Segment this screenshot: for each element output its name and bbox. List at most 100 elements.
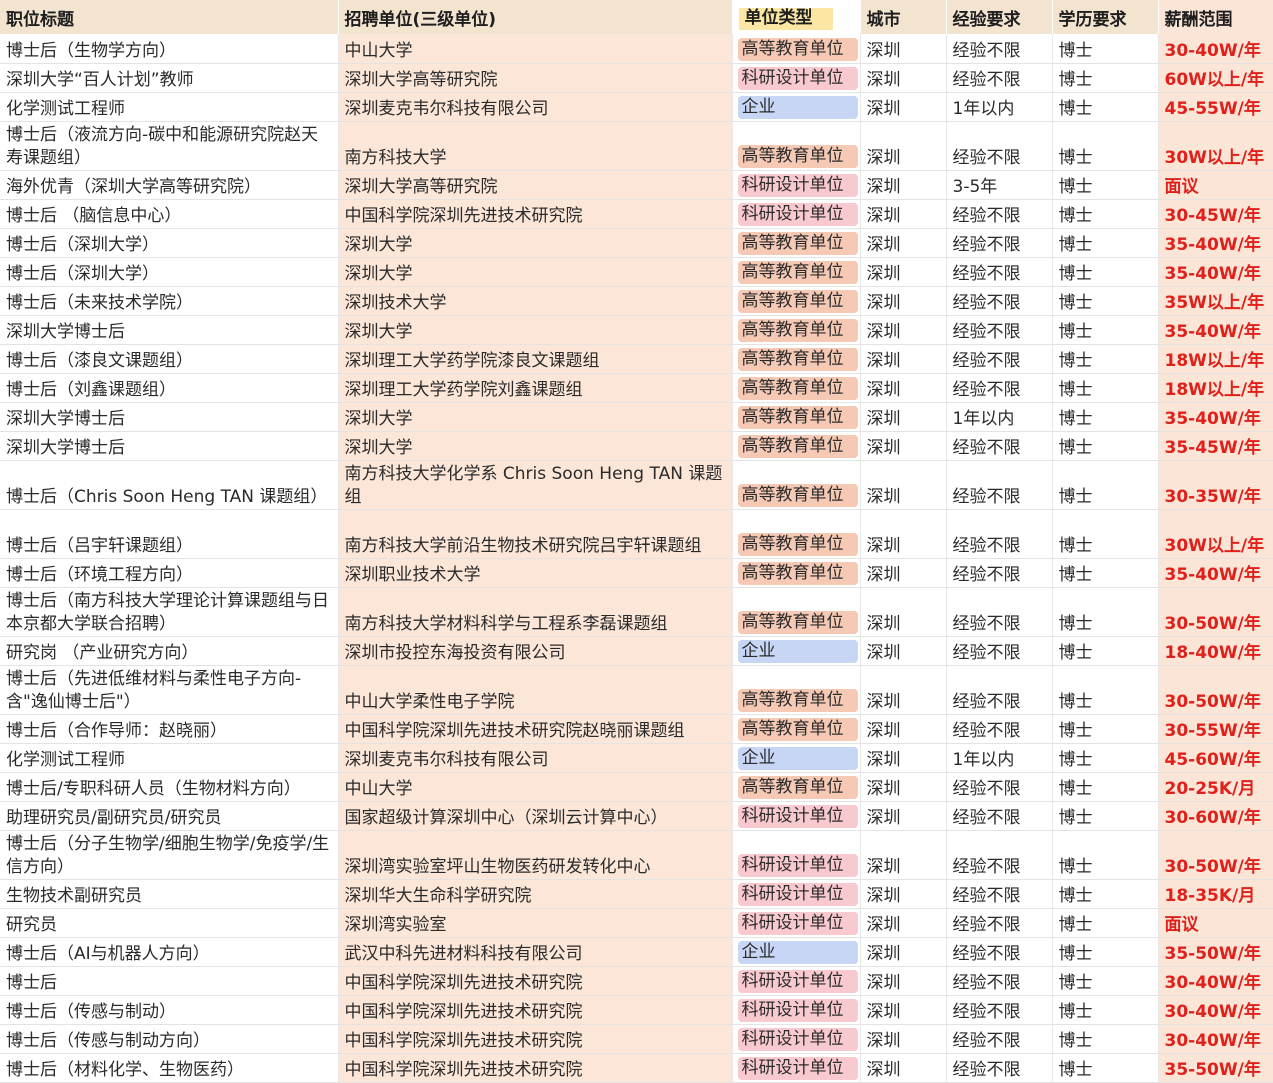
cell-unit: 深圳麦克韦尔科技有限公司 (338, 92, 733, 122)
cell-type: 企业 (732, 937, 861, 967)
table-row[interactable]: 深圳大学博士后 深圳大学 高等教育单位 深圳 1年以内 博士 35-40W/年 (0, 402, 1273, 432)
cell-unit: 中国科学院深圳先进技术研究院赵晓丽课题组 (338, 714, 733, 744)
cell-city: 深圳 (860, 431, 947, 461)
cell-city: 深圳 (860, 344, 947, 374)
cell-education: 博士 (1052, 402, 1159, 432)
table-row[interactable]: 化学测试工程师 深圳麦克韦尔科技有限公司 企业 深圳 1年以内 博士 45-60W/年 (0, 743, 1273, 773)
cell-education: 博士 (1052, 908, 1159, 938)
cell-title: 博士后（AI与机器人方向） (0, 937, 339, 967)
type-badge: 高等教育单位 (737, 318, 858, 342)
cell-salary: 30-40W/年 (1158, 966, 1273, 996)
table-row[interactable]: 博士后（传感与制动） 中国科学院深圳先进技术研究院 科研设计单位 深圳 经验不限 博士 30… (0, 995, 1273, 1025)
table-row[interactable]: 研究员 深圳湾实验室 科研设计单位 深圳 经验不限 博士 面议 (0, 908, 1273, 938)
table-row[interactable]: 博士后（Chris Soon Heng TAN 课题组） 南方科技大学化学系 Ch… (0, 460, 1273, 510)
cell-type: 高等教育单位 (732, 460, 861, 510)
cell-title: 深圳大学博士后 (0, 431, 339, 461)
cell-type: 科研设计单位 (732, 1053, 861, 1083)
cell-unit: 中山大学柔性电子学院 (338, 665, 733, 715)
table-row[interactable]: 博士后（合作导师：赵晓丽） 中国科学院深圳先进技术研究院赵晓丽课题组 高等教育单位深… (0, 714, 1273, 744)
table-row[interactable]: 博士后（未来技术学院） 深圳技术大学 高等教育单位 深圳 经验不限 博士 35W以上/年 (0, 286, 1273, 316)
table-row[interactable]: 生物技术副研究员 深圳华大生命科学研究院 科研设计单位 深圳 经验不限 博士 18-35K/… (0, 879, 1273, 909)
cell-title: 助理研究员/副研究员/研究员 (0, 801, 339, 831)
table-row[interactable]: 博士后（先进低维材料与柔性电子方向-含"逸仙博士后"） 中山大学柔性电子学院 高等教… (0, 665, 1273, 715)
cell-city: 深圳 (860, 228, 947, 258)
table-row[interactable]: 深圳大学博士后 深圳大学 高等教育单位 深圳 经验不限 博士 35-40W/年 (0, 315, 1273, 345)
table-row[interactable]: 海外优青（深圳大学高等研究院） 深圳大学高等研究院 科研设计单位 深圳 3-5年 博士 面议 (0, 170, 1273, 200)
header-type[interactable]: 单位类型 (732, 0, 861, 34)
table-row[interactable]: 深圳大学“百人计划”教师 深圳大学高等研究院 科研设计单位 深圳 经验不限 博士 60W以上… (0, 63, 1273, 93)
header-experience[interactable]: 经验要求 (946, 0, 1053, 34)
cell-salary: 30-40W/年 (1158, 995, 1273, 1025)
cell-salary: 35-40W/年 (1158, 315, 1273, 345)
cell-experience: 经验不限 (946, 587, 1053, 637)
cell-type: 科研设计单位 (732, 966, 861, 996)
table-row[interactable]: 博士后 （脑信息中心） 中国科学院深圳先进技术研究院 科研设计单位 深圳 经验不限 博士 3… (0, 199, 1273, 229)
cell-unit: 深圳理工大学药学院漆良文课题组 (338, 344, 733, 374)
cell-title: 博士后（环境工程方向） (0, 558, 339, 588)
cell-unit: 深圳技术大学 (338, 286, 733, 316)
type-badge: 高等教育单位 (737, 347, 858, 371)
header-title[interactable]: 职位标题 (0, 0, 339, 34)
header-salary[interactable]: 薪酬范围 (1158, 0, 1273, 34)
cell-salary: 30-50W/年 (1158, 665, 1273, 715)
table-row[interactable]: 博士后（传感与制动方向） 中国科学院深圳先进技术研究院 科研设计单位 深圳 经验不限 博士… (0, 1024, 1273, 1054)
cell-title: 博士后（液流方向-碳中和能源研究院赵天寿课题组） (0, 121, 339, 171)
table-row[interactable]: 化学测试工程师 深圳麦克韦尔科技有限公司 企业 深圳 1年以内 博士 45-55W/年 (0, 92, 1273, 122)
cell-type: 高等教育单位 (732, 402, 861, 432)
cell-type: 高等教育单位 (732, 714, 861, 744)
cell-city: 深圳 (860, 509, 947, 559)
table-row[interactable]: 博士后（深圳大学） 深圳大学 高等教育单位 深圳 经验不限 博士 35-40W/年 (0, 228, 1273, 258)
table-row[interactable]: 博士后（漆良文课题组） 深圳理工大学药学院漆良文课题组 高等教育单位 深圳 经验不限 博士… (0, 344, 1273, 374)
cell-type: 高等教育单位 (732, 558, 861, 588)
cell-city: 深圳 (860, 373, 947, 403)
type-badge: 高等教育单位 (737, 405, 858, 429)
cell-title: 化学测试工程师 (0, 92, 339, 122)
header-city[interactable]: 城市 (860, 0, 947, 34)
cell-education: 博士 (1052, 344, 1159, 374)
cell-city: 深圳 (860, 665, 947, 715)
cell-city: 深圳 (860, 1053, 947, 1083)
table-row[interactable]: 博士后 中国科学院深圳先进技术研究院 科研设计单位 深圳 经验不限 博士 30-40W/年 (0, 966, 1273, 996)
cell-city: 深圳 (860, 286, 947, 316)
cell-city: 深圳 (860, 257, 947, 287)
table-row[interactable]: 博士后/专职科研人员（生物材料方向） 中山大学 高等教育单位 深圳 经验不限 博士 20-2… (0, 772, 1273, 802)
cell-salary: 18W以上/年 (1158, 344, 1273, 374)
cell-education: 博士 (1052, 199, 1159, 229)
cell-experience: 经验不限 (946, 830, 1053, 880)
table-row[interactable]: 博士后（刘鑫课题组） 深圳理工大学药学院刘鑫课题组 高等教育单位 深圳 经验不限 博士 18… (0, 373, 1273, 403)
cell-salary: 30-60W/年 (1158, 801, 1273, 831)
cell-salary: 35-50W/年 (1158, 937, 1273, 967)
header-unit[interactable]: 招聘单位(三级单位) (338, 0, 733, 34)
cell-type: 高等教育单位 (732, 257, 861, 287)
cell-experience: 经验不限 (946, 714, 1053, 744)
cell-salary: 30-35W/年 (1158, 460, 1273, 510)
table-row[interactable]: 博士后（AI与机器人方向） 武汉中科先进材料科技有限公司 企业 深圳 经验不限 博士 35-… (0, 937, 1273, 967)
table-row[interactable]: 博士后（深圳大学） 深圳大学 高等教育单位 深圳 经验不限 博士 35-40W/年 (0, 257, 1273, 287)
type-badge: 高等教育单位 (737, 231, 858, 255)
type-badge: 高等教育单位 (737, 483, 858, 507)
table-row[interactable]: 博士后（南方科技大学理论计算课题组与日本京都大学联合招聘） 南方科技大学材料科学与… (0, 587, 1273, 637)
cell-type: 科研设计单位 (732, 199, 861, 229)
table-row[interactable]: 博士后（分子生物学/细胞生物学/免疫学/生信方向） 深圳湾实验室坪山生物医药研发转… (0, 830, 1273, 880)
cell-education: 博士 (1052, 431, 1159, 461)
cell-unit: 中国科学院深圳先进技术研究院 (338, 966, 733, 996)
header-education[interactable]: 学历要求 (1052, 0, 1159, 34)
table-row[interactable]: 博士后（吕宇轩课题组） 南方科技大学前沿生物技术研究院吕宇轩课题组 高等教育单位 深圳… (0, 509, 1273, 559)
table-row[interactable]: 深圳大学博士后 深圳大学 高等教育单位 深圳 经验不限 博士 35-45W/年 (0, 431, 1273, 461)
cell-unit: 深圳大学高等研究院 (338, 63, 733, 93)
cell-experience: 经验不限 (946, 228, 1053, 258)
type-badge: 高等教育单位 (737, 717, 858, 741)
table-row[interactable]: 研究岗 （产业研究方向） 深圳市投控东海投资有限公司 企业 深圳 经验不限 博士 18-40… (0, 636, 1273, 666)
cell-type: 高等教育单位 (732, 344, 861, 374)
cell-city: 深圳 (860, 879, 947, 909)
cell-city: 深圳 (860, 908, 947, 938)
table-row[interactable]: 博士后（材料化学、生物医药） 中国科学院深圳先进技术研究院 科研设计单位 深圳 经验不限… (0, 1053, 1273, 1083)
table-row[interactable]: 博士后（环境工程方向） 深圳职业技术大学 高等教育单位 深圳 经验不限 博士 35-40W/… (0, 558, 1273, 588)
table-row[interactable]: 博士后（液流方向-碳中和能源研究院赵天寿课题组） 南方科技大学 高等教育单位 深圳 经验… (0, 121, 1273, 171)
cell-title: 博士后/专职科研人员（生物材料方向） (0, 772, 339, 802)
type-badge: 高等教育单位 (737, 37, 858, 61)
table-row[interactable]: 助理研究员/副研究员/研究员 国家超级计算深圳中心（深圳云计算中心） 科研设计单位深… (0, 801, 1273, 831)
cell-title: 博士后（漆良文课题组） (0, 344, 339, 374)
table-row[interactable]: 博士后（生物学方向） 中山大学 高等教育单位 深圳 经验不限 博士 30-40W/年 (0, 34, 1273, 64)
type-badge: 企业 (737, 746, 858, 770)
